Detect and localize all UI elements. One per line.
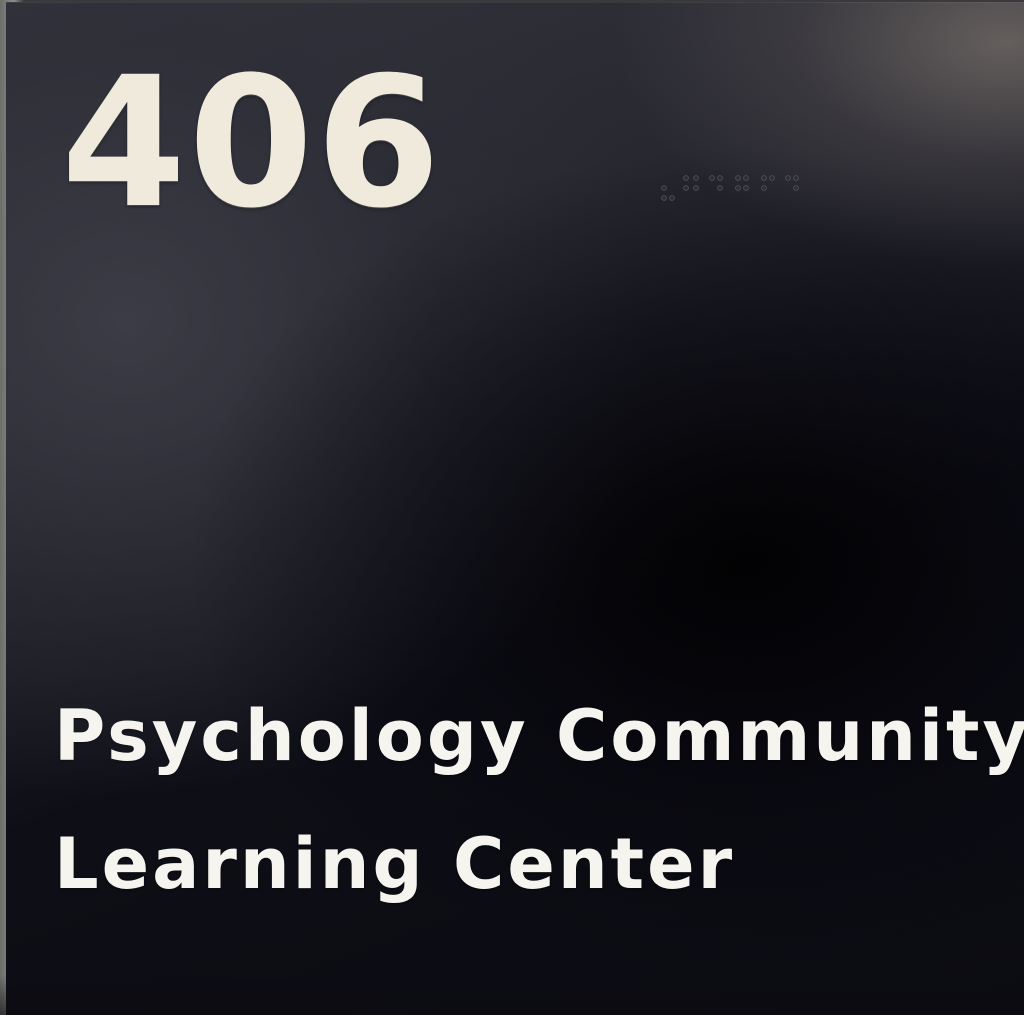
photo-scene: 406 Psychology Community Learning Center [0, 0, 1024, 1015]
bottom-shadow [0, 975, 1024, 1015]
room-name: Psychology Community Learning Center [54, 672, 1024, 928]
room-number: 406 [61, 39, 443, 248]
room-sign-plate: 406 Psychology Community Learning Center [6, 2, 1024, 1015]
braille-dots [661, 175, 799, 201]
room-name-line-1: Psychology Community [54, 695, 1024, 777]
room-name-line-2: Learning Center [54, 823, 736, 905]
